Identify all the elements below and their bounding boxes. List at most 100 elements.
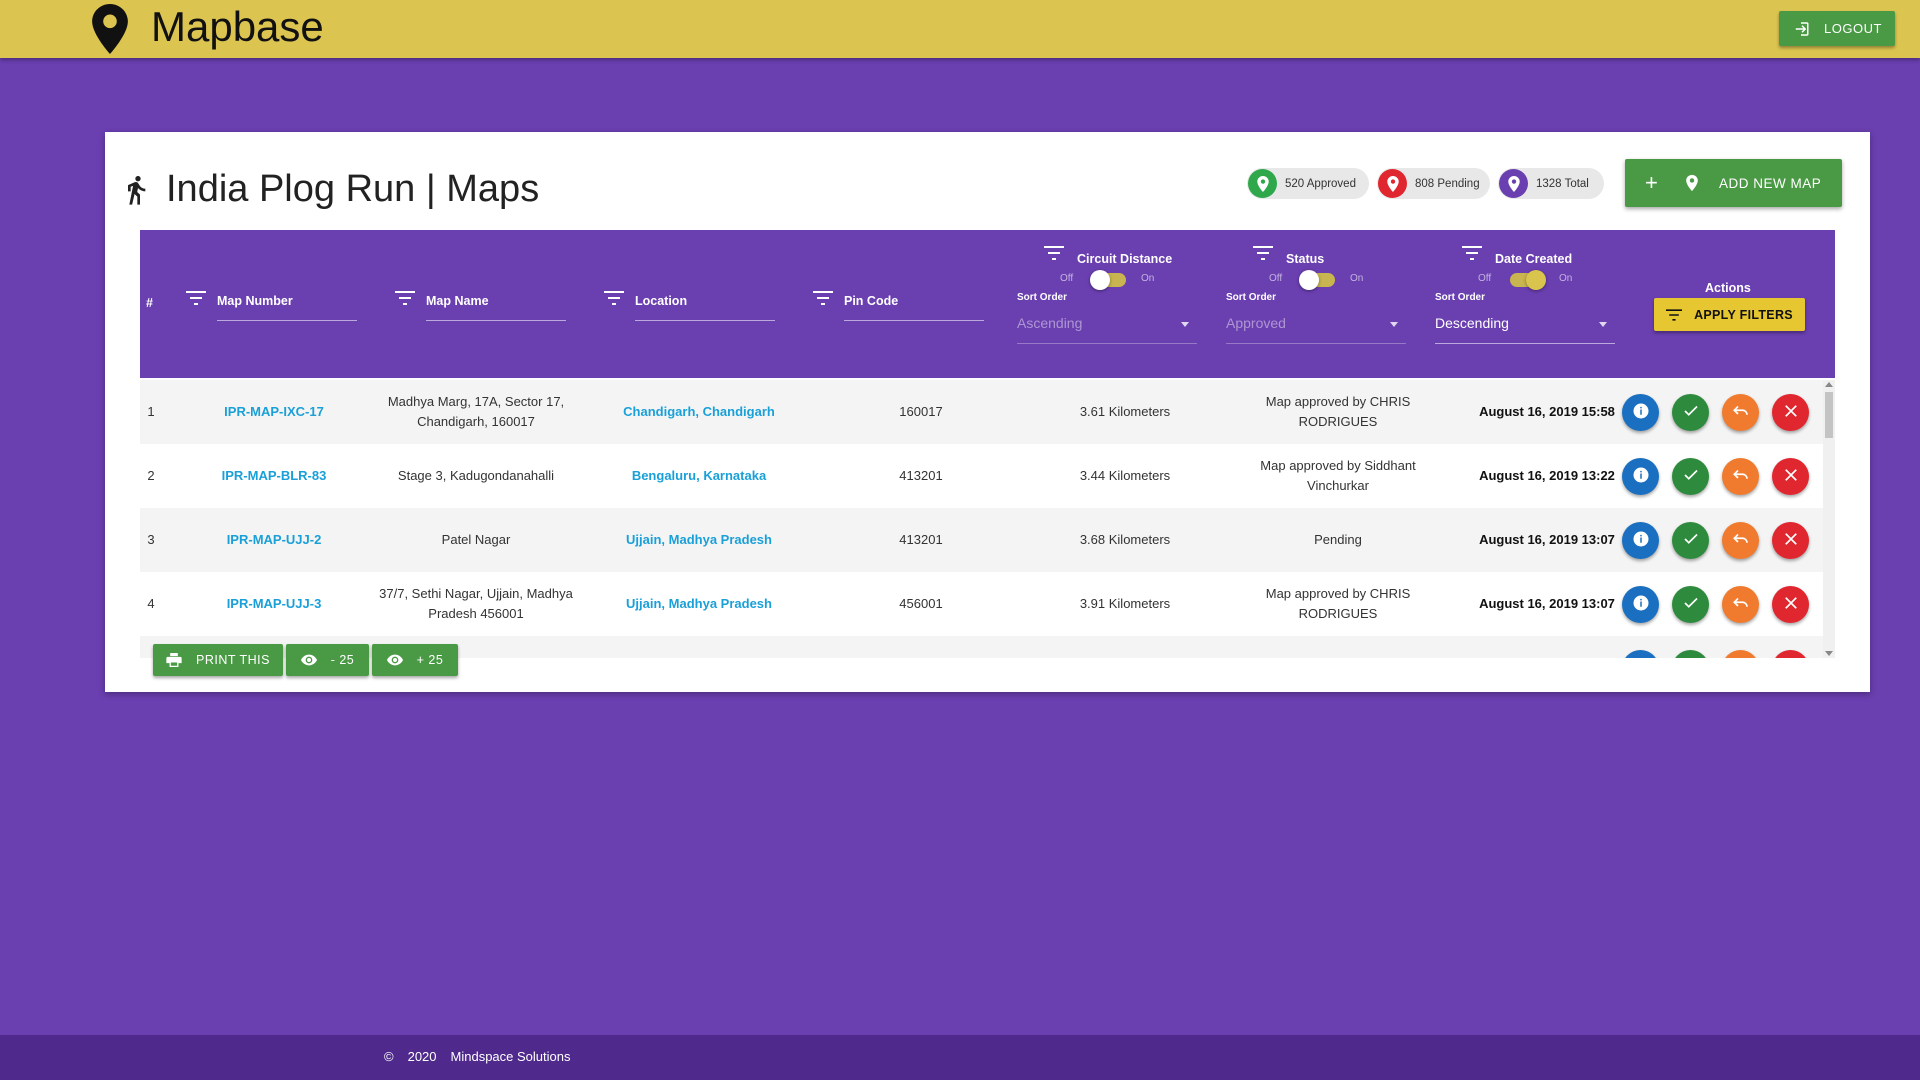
location-filter-icon[interactable] xyxy=(604,291,624,305)
scrollbar-thumb[interactable] xyxy=(1825,392,1833,438)
map-number-filter-icon[interactable] xyxy=(186,291,206,305)
status-sort-select[interactable]: Approved xyxy=(1226,315,1286,331)
approve-button[interactable] xyxy=(1672,586,1709,623)
status-filter-icon[interactable] xyxy=(1253,246,1273,260)
revert-button[interactable] xyxy=(1722,458,1759,495)
date-sort-toggle[interactable] xyxy=(1510,270,1546,290)
delete-button[interactable] xyxy=(1772,586,1809,623)
eye-icon xyxy=(300,654,317,666)
table-row: 1 IPR-MAP-IXC-17 Madhya Marg, 17A, Sector … xyxy=(140,380,1823,444)
total-count-chip: 1328 Total xyxy=(1498,168,1604,199)
eye-icon xyxy=(386,654,403,666)
location-link[interactable]: Ujjain, Madhya Pradesh xyxy=(594,508,804,572)
col-map-number-header: Map Number xyxy=(217,294,293,308)
map-number-link[interactable]: IPR-MAP-UJJ-2 xyxy=(190,508,358,572)
circuit-distance: 3.61 Kilometers xyxy=(1079,404,1171,419)
map-name-filter-input[interactable] xyxy=(426,320,566,321)
approve-button[interactable] xyxy=(1672,650,1709,658)
undo-icon xyxy=(1732,402,1750,423)
table-row: 3 IPR-MAP-UJJ-2 Patel Nagar Ujjain, Madhya … xyxy=(140,508,1823,572)
revert-button[interactable] xyxy=(1722,394,1759,431)
circuit-distance: 3.91 Kilometers xyxy=(1079,596,1171,611)
approved-pin-icon xyxy=(1248,169,1277,198)
map-name-filter-icon[interactable] xyxy=(395,291,415,305)
date-toggle-on-label: On xyxy=(1559,273,1573,284)
date-created: August 16, 2019 13:22 xyxy=(1479,468,1615,483)
delete-button[interactable] xyxy=(1772,458,1809,495)
approve-button[interactable] xyxy=(1672,394,1709,431)
status-text: Pending xyxy=(1314,532,1362,547)
table-header: # Map Number Map Name Location Pin Code … xyxy=(140,230,1835,378)
date-toggle-off-label: Off xyxy=(1478,273,1492,284)
date-sort-select[interactable]: Descending xyxy=(1435,315,1509,331)
show-fewer-button[interactable]: - 25 xyxy=(286,644,369,676)
revert-button[interactable] xyxy=(1722,586,1759,623)
logout-button[interactable]: LOGOUT xyxy=(1779,11,1895,46)
status-sort-toggle[interactable] xyxy=(1299,270,1335,290)
map-number-filter-input[interactable] xyxy=(217,320,357,321)
pending-count-chip: 808 Pending xyxy=(1377,168,1490,199)
pin-code: 413201 xyxy=(899,468,943,483)
date-created: August 16, 2019 13:07 xyxy=(1479,532,1615,547)
status-toggle-off-label: Off xyxy=(1269,273,1283,284)
map-pin-icon xyxy=(1686,174,1698,192)
delete-button[interactable] xyxy=(1772,394,1809,431)
delete-button[interactable] xyxy=(1772,650,1809,658)
info-button[interactable] xyxy=(1622,458,1659,495)
table-scrollbar[interactable] xyxy=(1823,380,1835,658)
info-button[interactable] xyxy=(1622,650,1659,658)
location-filter-input[interactable] xyxy=(635,320,775,321)
add-new-map-button[interactable]: + ADD NEW MAP xyxy=(1625,159,1842,207)
total-pin-icon xyxy=(1499,169,1528,198)
map-name: Patel Nagar xyxy=(441,532,511,547)
status-text: Map approved by CHRIS RODRIGUES xyxy=(1265,394,1411,429)
date-created: August 16, 2019 13:07 xyxy=(1479,596,1615,611)
col-date-created-header: Date Created xyxy=(1495,252,1573,266)
map-name: Stage 3, Kadugondanahalli xyxy=(397,468,555,483)
col-status-header: Status xyxy=(1286,252,1325,266)
row-index: 4 xyxy=(147,596,155,611)
close-icon xyxy=(1782,594,1800,615)
col-location-header: Location xyxy=(635,294,688,308)
undo-icon xyxy=(1732,530,1750,551)
distance-sort-select[interactable]: Ascending xyxy=(1017,315,1082,331)
check-icon xyxy=(1682,466,1700,487)
location-link[interactable]: Ujjain, Madhya Pradesh xyxy=(594,572,804,636)
pending-pin-icon xyxy=(1378,169,1407,198)
status-text: Map approved by CHRIS RODRIGUES xyxy=(1265,586,1411,621)
location-link[interactable]: Bengaluru, Karnataka xyxy=(594,444,804,508)
location-link[interactable]: Chandigarh, Chandigarh xyxy=(594,380,804,444)
row-index: 2 xyxy=(147,468,155,483)
show-more-label: + 25 xyxy=(416,653,444,667)
distance-sort-toggle[interactable] xyxy=(1090,270,1126,290)
map-number-link[interactable]: IPR-MAP-BLR-83 xyxy=(190,444,358,508)
map-name: Madhya Marg, 17A, Sector 17, Chandigarh,… xyxy=(387,394,565,429)
info-button[interactable] xyxy=(1622,522,1659,559)
delete-button[interactable] xyxy=(1772,522,1809,559)
show-fewer-label: - 25 xyxy=(330,653,355,667)
map-number-link[interactable]: IPR-MAP-UJJ-3 xyxy=(190,572,358,636)
print-button[interactable]: PRINT THIS xyxy=(153,644,283,676)
pin-code-filter-input[interactable] xyxy=(844,320,984,321)
approve-button[interactable] xyxy=(1672,522,1709,559)
date-filter-icon[interactable] xyxy=(1462,246,1482,260)
revert-button[interactable] xyxy=(1722,650,1759,658)
map-number-link[interactable]: IPR-MAP-IXC-17 xyxy=(190,380,358,444)
revert-button[interactable] xyxy=(1722,522,1759,559)
approve-button[interactable] xyxy=(1672,458,1709,495)
info-button[interactable] xyxy=(1622,394,1659,431)
footer: © 2020 Mindspace Solutions xyxy=(0,1035,1920,1080)
pin-code: 456001 xyxy=(899,596,943,611)
filter-icon xyxy=(1666,308,1683,321)
info-icon xyxy=(1632,594,1650,615)
apply-filters-button[interactable]: APPLY FILTERS xyxy=(1654,298,1805,331)
page-title: India Plog Run | Maps xyxy=(166,168,540,210)
pending-count: 808 Pending xyxy=(1415,177,1480,190)
info-button[interactable] xyxy=(1622,586,1659,623)
total-count: 1328 Total xyxy=(1536,177,1589,190)
close-icon xyxy=(1782,402,1800,423)
date-sort-order-label: Sort Order xyxy=(1435,292,1486,303)
show-more-button[interactable]: + 25 xyxy=(372,644,458,676)
pin-code-filter-icon[interactable] xyxy=(813,291,833,305)
distance-filter-icon[interactable] xyxy=(1044,246,1064,260)
